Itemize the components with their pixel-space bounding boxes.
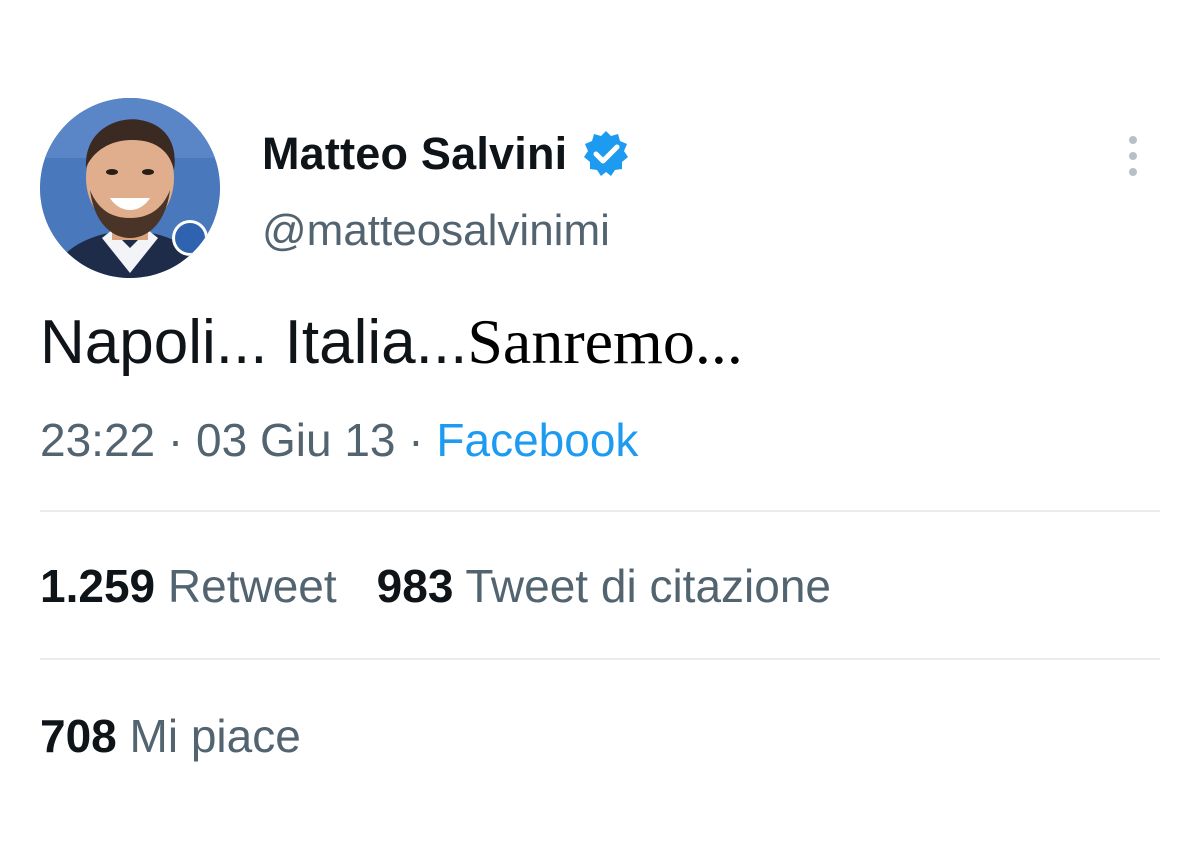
- retweets-stat[interactable]: 1.259 Retweet: [40, 560, 337, 612]
- meta-separator: ·: [167, 414, 184, 466]
- tweet-time[interactable]: 23:22: [40, 414, 155, 466]
- tweet-date[interactable]: 03 Giu 13: [196, 414, 395, 466]
- author-handle[interactable]: @matteosalvinimi: [262, 206, 610, 256]
- retweets-label: Retweet: [167, 560, 337, 612]
- tweet-meta: 23:22 · 03 Giu 13 · Facebook: [40, 410, 638, 470]
- tweet-card: Matteo Salvini @matteosalvinimi Napoli..…: [0, 0, 1200, 843]
- quotes-label: Tweet di citazione: [465, 560, 832, 612]
- author-name-row: Matteo Salvini: [262, 124, 631, 184]
- tweet-source-link[interactable]: Facebook: [436, 414, 638, 466]
- meta-separator: ·: [408, 414, 424, 466]
- likes-label: Mi piace: [129, 710, 301, 762]
- divider: [40, 510, 1160, 512]
- tweet-text-part2: Sanremo...: [467, 306, 743, 377]
- likes-stat[interactable]: 708 Mi piace: [40, 710, 301, 762]
- author-display-name[interactable]: Matteo Salvini: [262, 128, 567, 180]
- tweet-text: Napoli... Italia...Sanremo...: [40, 302, 743, 383]
- tweet-text-part1: Napoli... Italia...: [40, 308, 468, 377]
- quotes-stat[interactable]: 983 Tweet di citazione: [377, 560, 831, 612]
- divider: [40, 658, 1160, 660]
- avatar[interactable]: [40, 98, 220, 278]
- retweet-stats-row: 1.259 Retweet 983 Tweet di citazione: [40, 556, 831, 616]
- retweets-count: 1.259: [40, 560, 156, 612]
- more-options-icon[interactable]: [1118, 134, 1148, 178]
- likes-count: 708: [40, 710, 117, 762]
- quotes-count: 983: [376, 560, 454, 612]
- verified-badge-icon: [581, 129, 631, 179]
- likes-stats-row: 708 Mi piace: [40, 706, 301, 766]
